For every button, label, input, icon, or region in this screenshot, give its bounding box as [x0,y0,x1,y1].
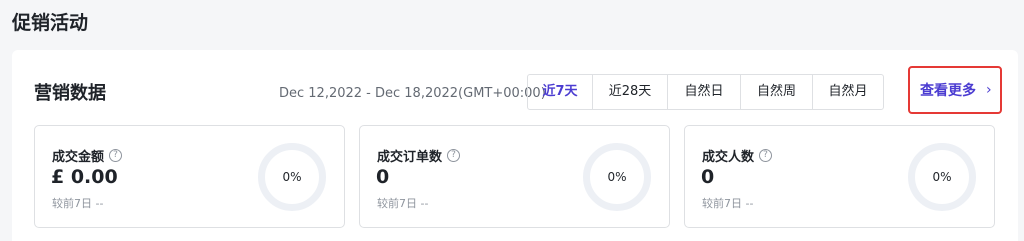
progress-ring: 0% [583,143,651,211]
metric-label-row: 成交金额 ? [52,146,123,165]
tab-natural-week[interactable]: 自然周 [740,75,812,109]
card-title: 营销数据 [34,83,106,104]
help-icon[interactable]: ? [109,149,123,162]
help-icon[interactable]: ? [759,149,773,162]
progress-ring: 0% [908,143,976,211]
metric-value: 0 [376,166,390,188]
metric-compare: 较前7日 -- [377,197,429,210]
metric-label: 成交订单数 [377,150,443,165]
help-icon[interactable]: ? [447,149,461,162]
metric-card-orders: 成交订单数 ? 0 较前7日 -- 0% [359,125,670,228]
ring-percent: 0% [607,170,627,184]
period-tabs: 近7天 近28天 自然日 自然周 自然月 [527,74,884,110]
metric-card-buyers: 成交人数 ? 0 较前7日 -- 0% [684,125,995,228]
tab-natural-month[interactable]: 自然月 [812,75,883,109]
metric-value: £ 0.00 [51,166,118,188]
metric-compare: 较前7日 -- [702,197,754,210]
metric-label: 成交金额 [52,150,105,165]
date-range: Dec 12,2022 - Dec 18,2022(GMT+00:00) [279,86,546,101]
page-title: 促销活动 [12,12,89,34]
ring-percent: 0% [282,170,302,184]
view-more-label: 查看更多 [920,83,976,99]
tab-natural-day[interactable]: 自然日 [667,75,740,109]
view-more-link[interactable]: 查看更多 › [908,66,1002,114]
metric-compare: 较前7日 -- [52,197,104,210]
ring-percent: 0% [932,170,952,184]
tab-last-7-days[interactable]: 近7天 [528,75,592,109]
chevron-right-icon: › [986,82,992,98]
progress-ring: 0% [258,143,326,211]
metric-label: 成交人数 [702,150,755,165]
tab-last-28-days[interactable]: 近28天 [592,75,667,109]
metric-label-row: 成交订单数 ? [377,146,461,165]
metric-label-row: 成交人数 ? [702,146,773,165]
metric-card-gmv: 成交金额 ? £ 0.00 较前7日 -- 0% [34,125,345,228]
marketing-data-card: 营销数据 Dec 12,2022 - Dec 18,2022(GMT+00:00… [12,50,1018,241]
metric-value: 0 [701,166,715,188]
